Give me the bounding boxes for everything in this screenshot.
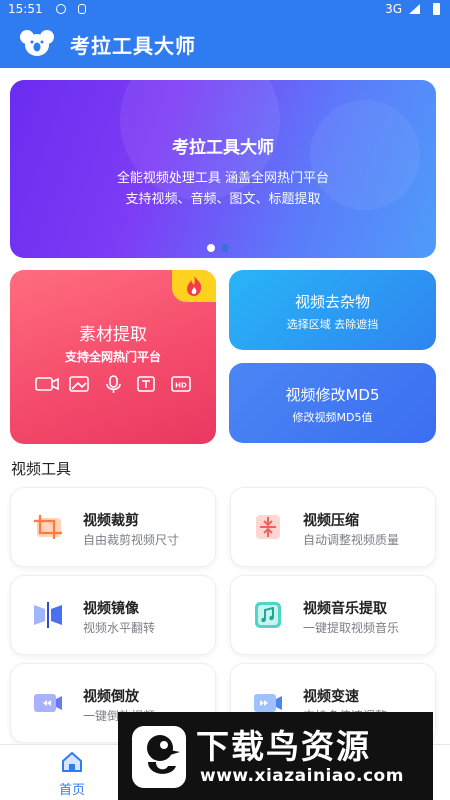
banner-description-line2: 支持视频、音频、图文、标题提取 (125, 192, 321, 207)
home-icon (62, 752, 82, 772)
tool-card-music[interactable]: 视频音乐提取 一键提取视频音乐 (230, 575, 436, 655)
app-title: 考拉工具大师 (70, 34, 196, 58)
audio-icon (109, 375, 118, 388)
tool-card-crop[interactable]: 视频裁剪 自由裁剪视频尺寸 (10, 487, 216, 567)
compress-icon (256, 515, 280, 539)
video-icon (51, 377, 59, 391)
remove-objects-subtitle: 选择区域 去除遮挡 (286, 318, 379, 331)
tool-title: 视频压缩 (303, 513, 359, 529)
notification-icon (56, 4, 66, 14)
material-extract-subtitle: 支持全网热门平台 (64, 350, 161, 364)
section-title-video-tools: 视频工具 (11, 460, 72, 478)
watermark-bird-logo (132, 726, 186, 788)
remove-objects-title: 视频去杂物 (294, 293, 370, 311)
tool-card-mirror[interactable]: 视频镜像 视频水平翻转 (10, 575, 216, 655)
app-bar: 考拉工具大师 (0, 18, 450, 68)
modify-md5-title: 视频修改MD5 (285, 386, 380, 404)
music-icon (255, 602, 281, 628)
status-time: 15:51 (8, 2, 43, 16)
promo-banner[interactable]: 考拉工具大师 全能视频处理工具 涵盖全网热门平台 支持视频、音频、图文、标题提取 (10, 80, 436, 258)
mic-icon (78, 4, 86, 14)
watermark-title: 下载鸟资源 (196, 727, 371, 766)
banner-description-line1: 全能视频处理工具 涵盖全网热门平台 (116, 171, 330, 186)
network-type: 3G (385, 2, 402, 16)
tool-title: 视频裁剪 (83, 513, 139, 529)
modify-md5-card[interactable]: 视频修改MD5 修改视频MD5值 (229, 363, 436, 443)
crop-icon (34, 515, 62, 539)
material-extract-title: 素材提取 (79, 325, 147, 345)
signal-icon (409, 4, 420, 14)
svg-text:HD: HD (175, 382, 187, 390)
nav-home[interactable]: 首页 (50, 751, 94, 798)
tool-card-compress[interactable]: 视频压缩 自动调整视频质量 (230, 487, 436, 567)
tool-title: 视频镜像 (83, 601, 139, 617)
tool-subtitle: 自动调整视频质量 (303, 533, 400, 547)
image-icon (71, 381, 87, 390)
pagination-dot-active[interactable] (207, 244, 215, 252)
banner-title: 考拉工具大师 (172, 138, 274, 158)
watermark-url: www.xiazainiao.com (200, 766, 404, 786)
pagination-dot[interactable] (221, 244, 229, 252)
tool-title: 视频音乐提取 (303, 601, 387, 617)
battery-icon (433, 3, 440, 15)
text-icon (142, 380, 150, 388)
tool-title: 视频变速 (303, 689, 359, 705)
tool-subtitle: 视频水平翻转 (83, 621, 156, 635)
media-type-icons: HD (35, 375, 191, 393)
nav-home-label: 首页 (58, 783, 85, 798)
banner-pagination (207, 237, 235, 256)
tool-subtitle: 一键提取视频音乐 (303, 621, 400, 635)
koala-logo-icon (20, 30, 54, 56)
material-extract-card[interactable]: 素材提取 支持全网热门平台 HD (10, 270, 216, 444)
rewind-icon (34, 694, 62, 712)
mirror-icon (34, 602, 62, 628)
modify-md5-subtitle: 修改视频MD5值 (292, 411, 373, 424)
audio-icon (106, 383, 121, 393)
remove-objects-card[interactable]: 视频去杂物 选择区域 去除遮挡 (229, 270, 436, 350)
tool-title: 视频倒放 (83, 689, 139, 705)
tool-subtitle: 自由裁剪视频尺寸 (83, 533, 180, 547)
hot-badge (172, 270, 216, 302)
fire-icon (187, 276, 202, 296)
video-icon (35, 377, 53, 391)
watermark-overlay: 下载鸟资源 www.xiazainiao.com (118, 712, 433, 800)
status-bar: 15:51 3G (0, 0, 450, 18)
